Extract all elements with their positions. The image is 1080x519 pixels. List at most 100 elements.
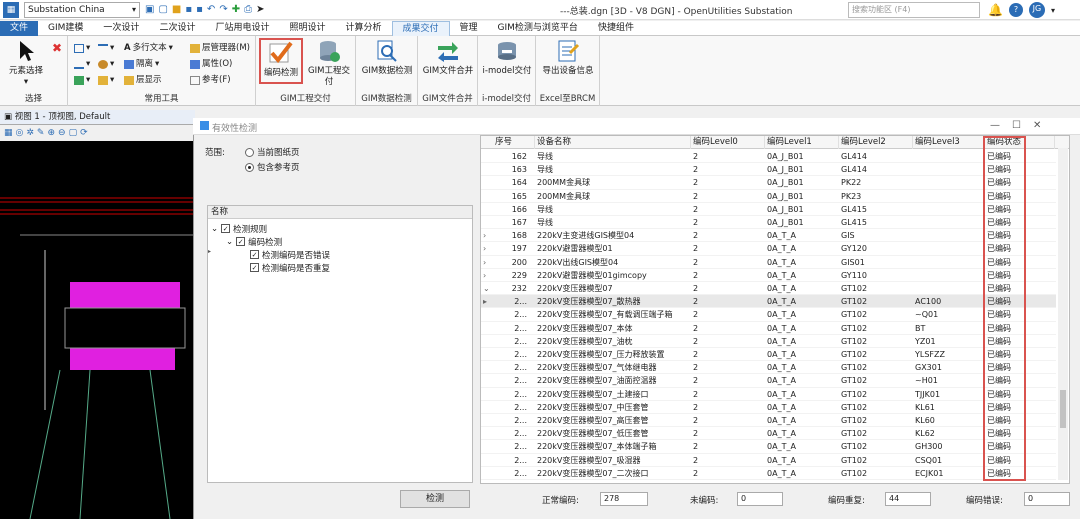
row-expander[interactable] xyxy=(483,203,493,216)
row-expander[interactable] xyxy=(483,440,493,453)
snap-button[interactable]: ▾ xyxy=(98,74,114,86)
tree-item-check-rules[interactable]: ⌄ ✓ 检测规则 xyxy=(211,222,267,235)
isolate-button[interactable]: 隔离 ▾ xyxy=(124,58,159,70)
table-row[interactable]: ▸ 2... 220kV变压器模型07_散热器 2 0A_T_A GT102 AC100 已编… xyxy=(481,295,1056,309)
table-row[interactable]: 163 导线 2 0A_J_B01 GL414 已编码 xyxy=(481,163,1056,177)
table-row[interactable]: 2... 220kV变压器模型07_压力释放装置 2 0A_T_A GT102 YLSFZ… xyxy=(481,348,1056,362)
fit-view-icon[interactable]: ▢ xyxy=(69,128,78,138)
checkbox[interactable]: ✓ xyxy=(250,263,259,272)
export-device-info-button[interactable]: 导出设备信息 xyxy=(538,38,598,77)
cad-viewport[interactable] xyxy=(0,110,195,519)
row-expander[interactable] xyxy=(483,322,493,335)
table-row[interactable]: 2... 220kV变压器模型07_本体端子箱 2 0A_T_A GT102 GH300 已… xyxy=(481,440,1056,454)
table-row[interactable]: 166 导线 2 0A_J_B01 GL415 已编码 xyxy=(481,203,1056,216)
help-icon[interactable]: ? xyxy=(1008,3,1023,17)
fill-button[interactable]: ▾ xyxy=(98,58,114,70)
pin-icon[interactable]: ✚ xyxy=(232,3,240,17)
rotate-icon[interactable]: ⟳ xyxy=(80,128,88,138)
tab-deliverables[interactable]: 成果交付 xyxy=(391,21,450,36)
table-row[interactable]: 167 导线 2 0A_J_B01 GL415 已编码 xyxy=(481,216,1056,230)
tab-primary-design[interactable]: 一次设计 xyxy=(93,21,149,36)
col-device-name[interactable]: 设备名称 xyxy=(535,136,691,149)
close-icon[interactable]: ✕ xyxy=(1033,120,1041,131)
table-row[interactable]: 164 200MM金具球 2 0A_J_B01 PK22 已编码 xyxy=(481,176,1056,190)
col-seq[interactable]: 序号 xyxy=(493,136,535,149)
save-all-icon[interactable]: ▪ xyxy=(196,3,203,17)
properties-button[interactable]: 属性(O) xyxy=(190,58,232,70)
row-expander[interactable] xyxy=(483,374,493,387)
col-level3[interactable]: 编码Level3 xyxy=(913,136,985,149)
reference-button[interactable]: 参考(F) xyxy=(190,74,231,86)
row-expander[interactable]: › xyxy=(483,229,493,242)
gim-data-check-button[interactable]: GIM数据检测 xyxy=(359,38,415,77)
tab-gim-check-platform[interactable]: GIM检测与浏览平台 xyxy=(488,21,588,36)
zoom-in-icon[interactable]: ⊕ xyxy=(47,128,55,138)
zoom-out-icon[interactable]: ⊖ xyxy=(58,128,66,138)
expand-icon[interactable]: ⌄ xyxy=(211,224,218,234)
element-select-button[interactable]: 元素选择 ▾ xyxy=(4,38,48,88)
chevron-down-icon[interactable]: ▾ xyxy=(1051,6,1055,15)
table-row[interactable]: 2... 220kV变压器模型07_吸湿器 2 0A_T_A GT102 CSQ01 已编码 xyxy=(481,454,1056,467)
delete-icon[interactable]: ✖ xyxy=(52,41,62,55)
table-row[interactable]: 165 200MM金具球 2 0A_J_B01 PK23 已编码 xyxy=(481,190,1056,203)
bell-icon[interactable]: 🔔 xyxy=(988,3,1003,17)
multiline-text-button[interactable]: A 多行文本 ▾ xyxy=(124,42,173,54)
tree-item-check-duplicate[interactable]: ✓ 检测编码是否重复 xyxy=(250,261,330,274)
brush-icon[interactable]: ✎ xyxy=(37,128,45,138)
checkbox[interactable]: ✓ xyxy=(221,224,231,233)
row-expander[interactable]: › xyxy=(483,242,493,255)
table-row[interactable]: ⌄ 232 220kV变压器模型07 2 0A_T_A GT102 已编码 xyxy=(481,282,1056,296)
row-expander[interactable] xyxy=(483,335,493,348)
row-expander[interactable] xyxy=(483,308,493,321)
checkbox[interactable]: ✓ xyxy=(250,250,259,259)
tab-manage[interactable]: 管理 xyxy=(450,21,488,36)
workspace-dropdown[interactable]: Substation China ▾ xyxy=(24,2,140,18)
row-expander[interactable] xyxy=(483,216,493,229)
tab-file[interactable]: 文件 xyxy=(0,21,39,36)
new-file-icon[interactable]: ▢ xyxy=(158,3,167,17)
row-expander[interactable] xyxy=(483,427,493,440)
avatar[interactable]: JG xyxy=(1028,2,1045,18)
expand-icon[interactable]: ⌄ xyxy=(226,237,233,247)
checkbox[interactable]: ✓ xyxy=(236,237,246,246)
zoom-tool-icon[interactable]: ◎ xyxy=(16,128,24,138)
settings-icon[interactable]: ✲ xyxy=(26,128,34,138)
row-expander[interactable] xyxy=(483,388,493,401)
radio-include-reference[interactable]: 包含参考页 xyxy=(245,161,300,173)
scrollbar[interactable] xyxy=(1058,148,1068,480)
ribbon-search-input[interactable]: 搜索功能区 (F4) xyxy=(848,2,980,18)
imodel-deliver-button[interactable]: i-model交付 xyxy=(480,38,534,77)
table-row[interactable]: 2... 220kV变压器模型07_高压套管 2 0A_T_A GT102 KL60 已编码 xyxy=(481,414,1056,428)
level-display-button[interactable]: ▾ xyxy=(98,42,114,54)
table-row[interactable]: 2... 220kV变压器模型07_二次接口 2 0A_T_A GT102 ECJK01 已… xyxy=(481,467,1056,480)
col-level2[interactable]: 编码Level2 xyxy=(839,136,913,149)
code-check-button[interactable]: 编码检测 xyxy=(259,38,303,84)
col-level1[interactable]: 编码Level1 xyxy=(765,136,839,149)
table-row[interactable]: › 197 220kV避雷器模型01 2 0A_T_A GY120 已编码 xyxy=(481,242,1056,256)
table-row[interactable]: › 168 220kV主变进线GIS模型04 2 0A_T_A GIS 已编码 xyxy=(481,229,1056,243)
undo-icon[interactable]: ↶ xyxy=(207,3,215,17)
scrollbar-thumb[interactable] xyxy=(1060,390,1066,428)
level-display-item[interactable]: 层显示 xyxy=(124,74,162,86)
level-manager-button[interactable]: 层管理器(M) xyxy=(190,42,250,54)
row-expander[interactable]: › xyxy=(483,269,493,282)
app-icon[interactable]: ▦ xyxy=(3,2,19,18)
print-icon[interactable]: ⎙ xyxy=(244,3,252,17)
gim-project-deliver-button[interactable]: GIM工程交付 xyxy=(304,38,354,88)
tab-lighting[interactable]: 照明设计 xyxy=(279,21,335,36)
row-expander[interactable] xyxy=(483,454,493,467)
maximize-icon[interactable]: ☐ xyxy=(1012,120,1021,131)
row-expander[interactable] xyxy=(483,150,493,163)
table-row[interactable]: 162 导线 2 0A_J_B01 GL414 已编码 xyxy=(481,150,1056,164)
tab-station-power[interactable]: 厂站用电设计 xyxy=(205,21,279,36)
view-icon[interactable]: ▣ xyxy=(145,3,154,17)
view-menu-icon[interactable]: ▦ xyxy=(4,128,13,138)
row-expander[interactable] xyxy=(483,401,493,414)
redo-icon[interactable]: ↷ xyxy=(219,3,227,17)
view-header[interactable]: ▣ 视图 1 - 顶视图, Default xyxy=(0,110,195,125)
table-row[interactable]: › 229 220kV避雷器模型01gimcopy 2 0A_T_A GY110 已编码 xyxy=(481,269,1056,282)
table-row[interactable]: 2... 220kV变压器模型07_本体 2 0A_T_A GT102 BT 已编码 xyxy=(481,322,1056,335)
row-expander[interactable] xyxy=(483,414,493,427)
row-expander[interactable]: ⌄ xyxy=(483,282,493,295)
row-expander[interactable] xyxy=(483,361,493,374)
